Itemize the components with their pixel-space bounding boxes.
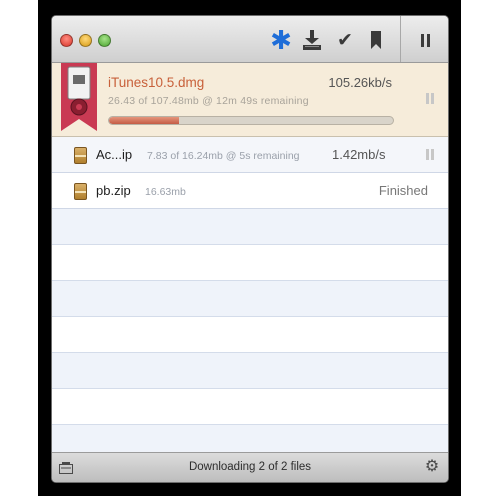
toolbar-separator [400, 16, 401, 62]
download-status: Finished [378, 183, 428, 198]
download-filename: Ac...ip [96, 147, 133, 162]
minimize-window-button[interactable] [79, 34, 92, 47]
downloads-window: ✱ ✔ iTunes10.5.dmg 105.26kb/s 26.43 of 1… [51, 15, 449, 483]
download-speed: 105.26kb/s [328, 75, 392, 90]
download-list: iTunes10.5.dmg 105.26kb/s 26.43 of 107.4… [52, 63, 448, 452]
download-row[interactable]: pb.zip 16.63mb Finished [52, 173, 448, 209]
empty-row [52, 245, 448, 281]
empty-row [52, 209, 448, 245]
download-size: 16.63mb [145, 186, 186, 198]
zoom-window-button[interactable] [98, 34, 111, 47]
status-bar: Downloading 2 of 2 files ⚙ [52, 452, 448, 482]
download-progress-bar [108, 116, 394, 125]
pause-icon [426, 149, 429, 160]
empty-row [52, 317, 448, 353]
download-row-active[interactable]: iTunes10.5.dmg 105.26kb/s 26.43 of 107.4… [52, 63, 448, 137]
download-tray-icon[interactable] [302, 27, 322, 53]
empty-row [52, 281, 448, 317]
empty-row [52, 353, 448, 389]
download-filename: iTunes10.5.dmg [108, 75, 205, 90]
titlebar: ✱ ✔ [52, 16, 448, 63]
download-progress-detail: 26.43 of 107.48mb @ 12m 49s remaining [108, 95, 309, 107]
empty-row [52, 425, 448, 452]
close-window-button[interactable] [60, 34, 73, 47]
gear-icon[interactable]: ⚙ [424, 459, 440, 475]
bookmark-ribbon-icon [61, 63, 97, 131]
bookmark-icon[interactable] [368, 27, 384, 53]
archive-file-icon [74, 183, 87, 200]
archive-file-icon [74, 147, 87, 164]
download-progress-fill [109, 117, 179, 124]
snowflake-star-icon[interactable]: ✱ [270, 27, 292, 53]
download-progress-detail: 7.83 of 16.24mb @ 5s remaining [147, 150, 300, 162]
download-speed: 1.42mb/s [332, 147, 386, 162]
pause-download-button[interactable] [424, 149, 436, 161]
pause-icon [426, 93, 429, 104]
download-filename: pb.zip [96, 183, 131, 198]
pause-download-button[interactable] [424, 93, 436, 105]
status-text: Downloading 2 of 2 files [188, 461, 312, 473]
checkmark-icon[interactable]: ✔ [335, 27, 355, 53]
pause-all-button[interactable] [416, 27, 434, 53]
empty-row [52, 389, 448, 425]
pause-icon [420, 33, 424, 47]
download-row[interactable]: Ac...ip 7.83 of 16.24mb @ 5s remaining 1… [52, 137, 448, 173]
